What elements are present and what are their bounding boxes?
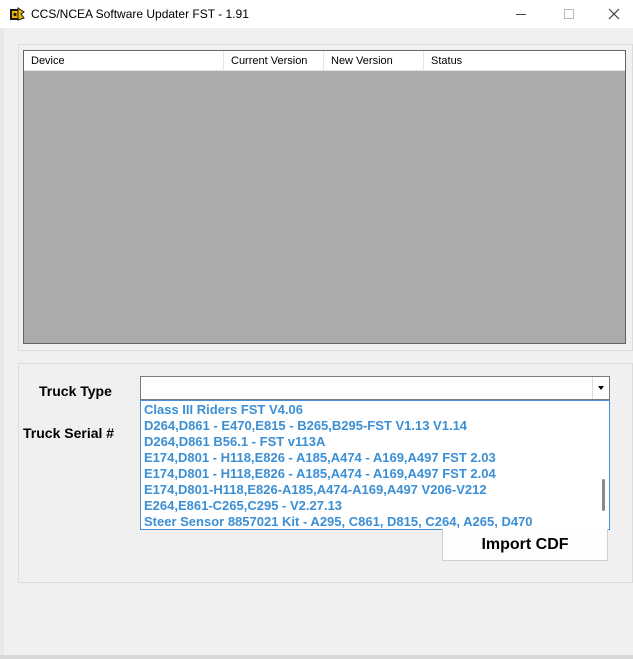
dropdown-scrollbar[interactable] (597, 401, 609, 529)
truck-serial-label: Truck Serial # (23, 425, 115, 441)
truck-type-combobox[interactable] (140, 376, 610, 400)
import-cdf-button[interactable]: Import CDF (442, 529, 608, 561)
dropdown-arrow-button[interactable] (592, 377, 609, 399)
dropdown-item[interactable]: E174,D801-H118,E826-A185,A474-A169,A497 … (144, 482, 487, 498)
close-button[interactable] (591, 0, 633, 28)
truck-type-dropdown-list[interactable]: Class III Riders FST V4.06 D264,D861 - E… (140, 400, 610, 530)
minimize-icon (516, 13, 526, 15)
column-header-device[interactable]: Device (24, 51, 224, 71)
app-logo-icon (10, 7, 25, 21)
device-list[interactable]: Device Current Version New Version Statu… (23, 50, 626, 344)
window-left-edge (0, 28, 4, 659)
dropdown-item[interactable]: D264,D861 - E470,E815 - B265,B295-FST V1… (144, 418, 467, 434)
column-header-new-version[interactable]: New Version (324, 51, 424, 71)
minimize-button[interactable] (498, 0, 544, 28)
column-header-current-version[interactable]: Current Version (224, 51, 324, 71)
scrollbar-thumb[interactable] (602, 479, 605, 511)
dropdown-item[interactable]: D264,D861 B56.1 - FST v113A (144, 434, 325, 450)
list-header: Device Current Version New Version Statu… (24, 51, 625, 71)
column-header-status[interactable]: Status (424, 51, 625, 71)
truck-type-label: Truck Type (39, 383, 112, 399)
dropdown-item[interactable]: E174,D801 - H118,E826 - A185,A474 - A169… (144, 450, 496, 466)
window-title: CCS/NCEA Software Updater FST - 1.91 (31, 7, 249, 21)
dropdown-item[interactable]: Class III Riders FST V4.06 (144, 402, 303, 418)
maximize-button[interactable] (546, 0, 592, 28)
maximize-icon (564, 9, 574, 19)
title-bar: CCS/NCEA Software Updater FST - 1.91 (0, 0, 633, 28)
dropdown-item[interactable]: Steer Sensor 8857021 Kit - A295, C861, D… (144, 514, 533, 529)
close-icon (608, 8, 620, 20)
window-bottom-edge (0, 655, 633, 659)
chevron-down-icon (598, 386, 604, 390)
dropdown-item[interactable]: E264,E861-C265,C295 - V2.27.13 (144, 498, 342, 514)
dropdown-item[interactable]: E174,D801 - H118,E826 - A185,A474 - A169… (144, 466, 496, 482)
